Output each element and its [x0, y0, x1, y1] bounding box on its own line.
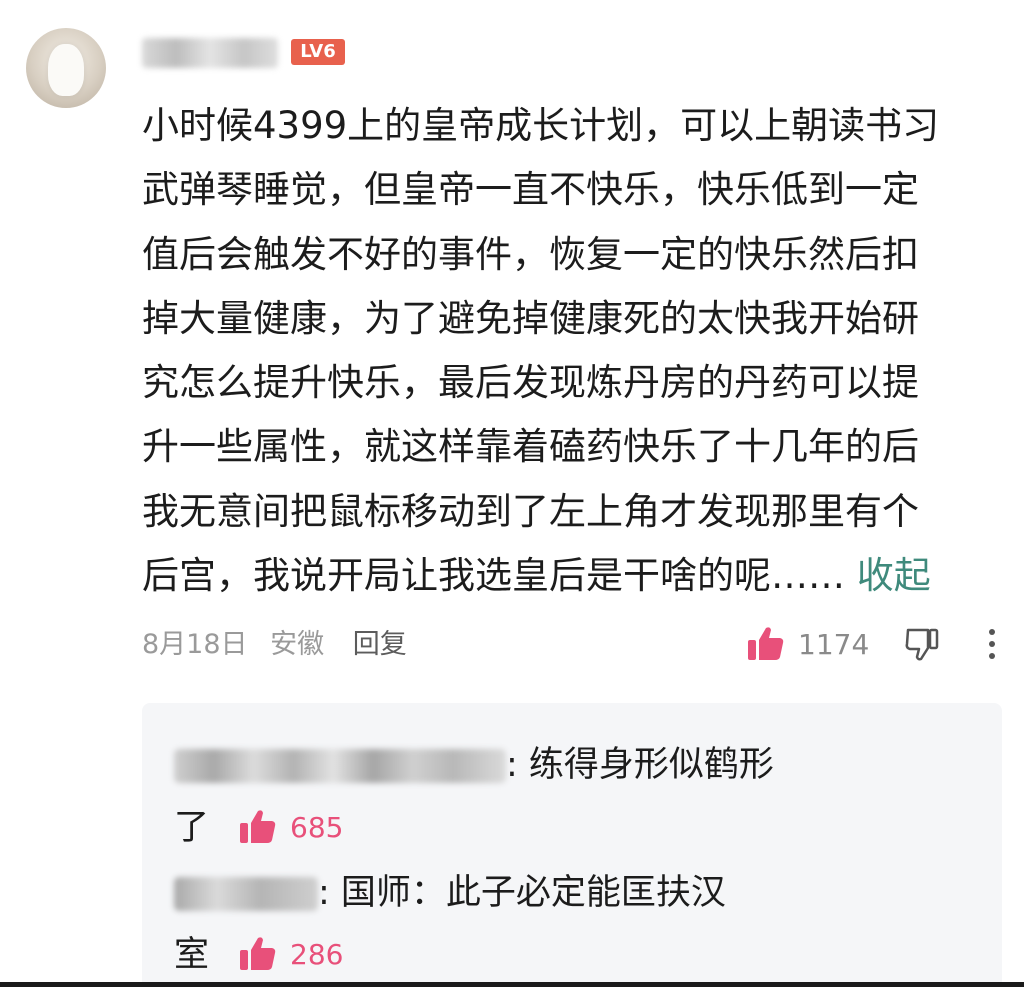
- like-count: 1174: [798, 627, 870, 661]
- reply-text-wrap: 室: [174, 935, 210, 975]
- reply-button[interactable]: 回复: [353, 629, 407, 660]
- reply-text-wrap: 了: [174, 808, 210, 848]
- reply-like-count: 286: [290, 937, 344, 971]
- comment-meta: 8月18日 安徽 回复: [142, 625, 421, 665]
- comment-line: 升一些属性，就这样靠着磕药快乐了十几年的后: [142, 425, 919, 469]
- thumbs-up-icon: [240, 937, 276, 970]
- collapse-button[interactable]: 收起: [857, 554, 931, 597]
- thumbs-down-icon[interactable]: [902, 624, 942, 664]
- thumbs-up-icon: [748, 627, 784, 660]
- comment-line: 掉大量健康，为了避免掉健康死的太快我开始研: [142, 296, 919, 340]
- thumbs-up-icon: [240, 810, 276, 843]
- comment-location: 安徽: [270, 629, 325, 660]
- comment-body: 小时候4399上的皇帝成长计划，可以上朝读书习 武弹琴睡觉，但皇帝一直不快乐，快…: [142, 94, 992, 608]
- like-button[interactable]: 1174: [746, 622, 869, 666]
- reply-username-blurred[interactable]: [174, 877, 318, 911]
- comment-line-last: 后宫，我说开局让我选皇后是干啥的呢…… 收起: [142, 544, 992, 608]
- replies-section: : 练得身形似鹤形 了 685 : 国师：此子必定能匡扶汉 室 286: [142, 703, 1002, 987]
- comment-line: 小时候4399上的皇帝成长计划，可以上朝读书习: [142, 104, 940, 147]
- comment-line: 究怎么提升快乐，最后发现炼丹房的丹药可以提: [142, 361, 919, 405]
- bottom-edge: [0, 982, 1024, 987]
- comment-line-text: 后宫，我说开局让我选皇后是干啥的呢……: [142, 554, 845, 598]
- username-blurred[interactable]: [142, 38, 278, 68]
- comment-line: 值后会触发不好的事件，恢复一定的快乐然后扣: [142, 232, 919, 276]
- reply-text: : 国师：此子必定能匡扶汉: [318, 873, 726, 913]
- reply-text: : 练得身形似鹤形: [506, 745, 774, 785]
- user-avatar[interactable]: [26, 28, 106, 108]
- reply-username-blurred[interactable]: [174, 749, 506, 783]
- level-badge: LV6: [291, 39, 345, 65]
- comment-line: 武弹琴睡觉，但皇帝一直不快乐，快乐低到一定: [142, 168, 919, 212]
- comment-line: 我无意间把鼠标移动到了左上角才发现那里有个: [142, 489, 919, 533]
- comment-date: 8月18日: [142, 629, 248, 660]
- reply-like-button[interactable]: 286: [238, 934, 343, 974]
- more-options-icon[interactable]: [980, 624, 1004, 664]
- reply-item[interactable]: : 国师：此子必定能匡扶汉: [174, 871, 726, 915]
- reply-like-button[interactable]: 685: [238, 807, 343, 847]
- reply-like-count: 685: [290, 810, 344, 844]
- reply-item[interactable]: : 练得身形似鹤形: [174, 743, 774, 787]
- avatar-image: [48, 44, 84, 96]
